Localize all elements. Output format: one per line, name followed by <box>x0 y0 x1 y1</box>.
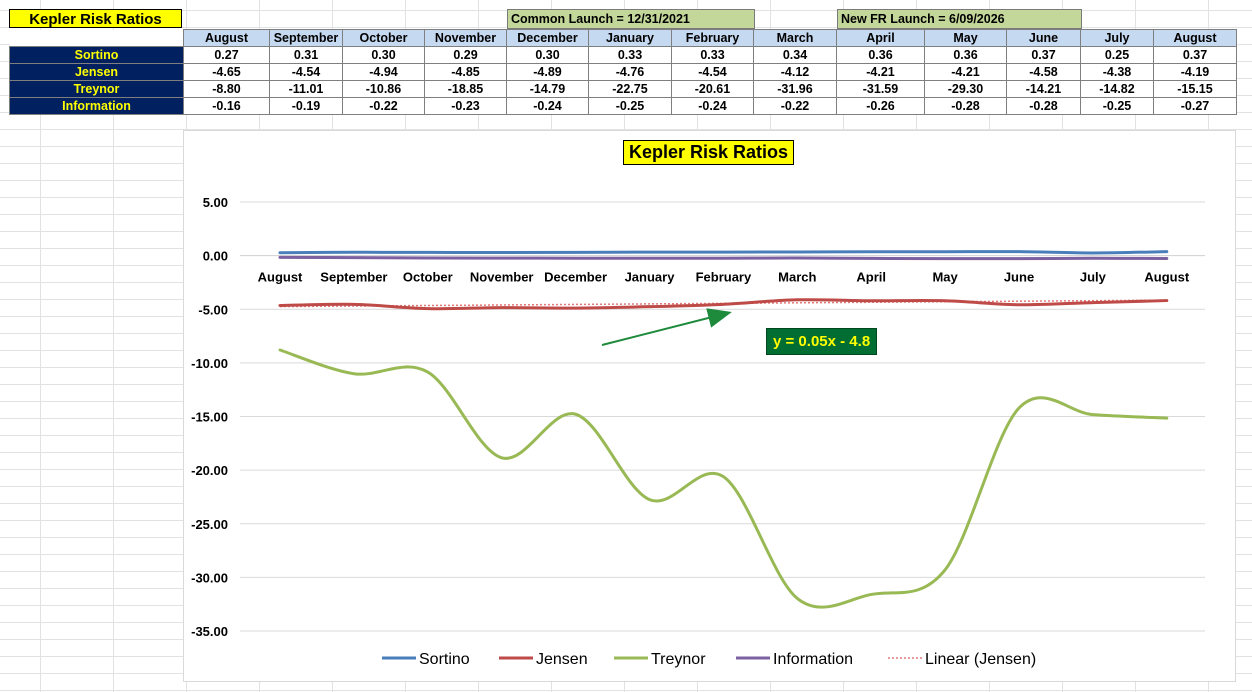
x-category-label: March <box>778 270 816 285</box>
x-category-label: February <box>696 270 752 285</box>
x-category-label: May <box>932 270 958 285</box>
y-tick-label: -5.00 <box>198 302 228 317</box>
y-tick-label: -25.00 <box>191 517 228 532</box>
x-category-label: October <box>403 270 453 285</box>
x-category-label: June <box>1004 270 1034 285</box>
y-tick-label: -35.00 <box>191 624 228 639</box>
y-tick-label: 0.00 <box>203 249 228 264</box>
y-tick-label: 5.00 <box>203 195 228 210</box>
x-category-label: November <box>470 270 534 285</box>
legend-label: Information <box>773 651 853 668</box>
x-category-label: August <box>1144 270 1189 285</box>
chart-title: Kepler Risk Ratios <box>623 140 795 165</box>
x-category-label: April <box>856 270 886 285</box>
x-category-label: January <box>625 270 676 285</box>
y-tick-label: -20.00 <box>191 463 228 478</box>
series-line-sortino <box>278 250 1169 255</box>
series-line-information <box>278 255 1169 261</box>
y-tick-label: -15.00 <box>191 410 228 425</box>
x-category-label: July <box>1080 270 1107 285</box>
series-line-treynor <box>278 348 1169 609</box>
x-category-label: August <box>258 270 303 285</box>
legend-label: Treynor <box>651 651 706 668</box>
legend-label: Sortino <box>419 651 470 668</box>
x-category-label: December <box>544 270 607 285</box>
x-category-label: September <box>320 270 387 285</box>
legend-label: Linear (Jensen) <box>925 651 1036 668</box>
legend-label: Jensen <box>536 651 588 668</box>
trendline-equation: y = 0.05x - 4.8 <box>766 328 878 355</box>
annotation-arrow <box>601 308 732 346</box>
y-tick-label: -10.00 <box>191 356 228 371</box>
risk-ratios-line-chart: 5.00 0.00 -5.00 -10.00 -15.00 -20.00 -25.00 -30… <box>191 195 1205 668</box>
y-tick-label: -30.00 <box>191 570 228 585</box>
